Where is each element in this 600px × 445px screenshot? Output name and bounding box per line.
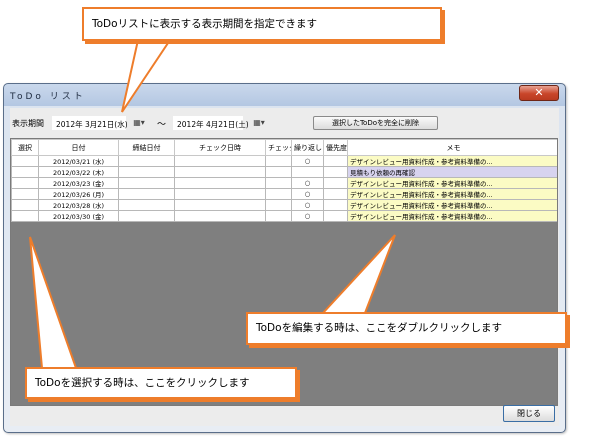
select-cell[interactable] [11,166,39,178]
due-date-cell[interactable] [118,199,175,211]
priority-cell[interactable] [323,155,348,167]
delete-selected-button[interactable]: 選択したToDoを完全に削除 [313,116,438,130]
range-tilde: ～ [157,120,167,130]
date-cell[interactable]: 2012/03/23 (金) [38,177,119,189]
priority-cell[interactable] [323,210,348,222]
table-row[interactable]: 2012/03/26 (月) ○ デザインレビュー用資料作成・参考資料準備の..… [11,188,557,200]
header-check-time[interactable]: チェック日時 [174,139,266,156]
header-repeat[interactable]: 繰り返し [291,139,324,156]
header-select[interactable]: 選択 [11,139,39,156]
repeat-cell[interactable]: ○ [291,155,324,167]
header-check[interactable]: チェック [265,139,292,156]
header-memo[interactable]: メモ [347,139,557,156]
select-cell[interactable] [11,177,39,189]
title-bar: ToDo リスト ✕ [4,84,565,105]
check-time-cell[interactable] [174,155,266,167]
repeat-cell[interactable]: ○ [291,177,324,189]
calendar-from-icon[interactable]: ▦▾ [130,117,148,129]
date-cell[interactable]: 2012/03/30 (金) [38,210,119,222]
header-date[interactable]: 日付 [38,139,119,156]
date-to-picker[interactable]: 2012年 4月21日(土) [173,116,249,130]
table-row[interactable]: 2012/03/23 (金) ○ デザインレビュー用資料作成・参考資料準備の..… [11,177,557,189]
period-toolbar: 表示期間 2012年 3月21日(水) ▦▾ ～ 2012年 4月21日(土) … [10,116,559,132]
memo-cell[interactable]: デザインレビュー用資料作成・参考資料準備の... [347,155,557,167]
check-time-cell[interactable] [174,166,266,178]
select-callout: ToDoを選択する時は、ここをクリックします [25,367,297,399]
table-row[interactable]: 2012/03/21 (水) ○ デザインレビュー用資料作成・参考資料準備の..… [11,155,557,167]
memo-cell[interactable]: 見積もり依頼の再確認 [347,166,557,178]
header-priority[interactable]: 優先度 [323,139,348,156]
check-cell[interactable] [265,155,292,167]
check-cell[interactable] [265,177,292,189]
header-due-date[interactable]: 締結日付 [118,139,175,156]
check-time-cell[interactable] [174,199,266,211]
date-cell[interactable]: 2012/03/28 (水) [38,199,119,211]
check-cell[interactable] [265,188,292,200]
priority-cell[interactable] [323,177,348,189]
window-close-button[interactable]: ✕ [519,85,559,101]
edit-callout: ToDoを編集する時は、ここをダブルクリックします [246,312,567,345]
close-button[interactable]: 閉じる [503,405,555,422]
select-cell[interactable] [11,210,39,222]
memo-cell[interactable]: デザインレビュー用資料作成・参考資料準備の... [347,199,557,211]
close-icon: ✕ [534,86,544,99]
repeat-cell[interactable] [291,166,324,178]
check-cell[interactable] [265,210,292,222]
select-cell[interactable] [11,199,39,211]
date-cell[interactable]: 2012/03/21 (水) [38,155,119,167]
memo-cell[interactable]: デザインレビュー用資料作成・参考資料準備の... [347,188,557,200]
table-header-row: 選択 日付 締結日付 チェック日時 チェック 繰り返し 優先度 メモ [11,139,557,156]
period-callout: ToDoリストに表示する表示期間を指定できます [82,7,442,41]
memo-cell[interactable]: デザインレビュー用資料作成・参考資料準備の... [347,210,557,222]
due-date-cell[interactable] [118,177,175,189]
date-cell[interactable]: 2012/03/26 (月) [38,188,119,200]
priority-cell[interactable] [323,166,348,178]
todo-grid: 選択 日付 締結日付 チェック日時 チェック 繰り返し 優先度 メモ 2012/… [10,138,558,406]
repeat-cell[interactable]: ○ [291,188,324,200]
repeat-cell[interactable]: ○ [291,199,324,211]
date-from-picker[interactable]: 2012年 3月21日(水) [52,116,128,130]
priority-cell[interactable] [323,199,348,211]
select-cell[interactable] [11,155,39,167]
memo-cell[interactable]: デザインレビュー用資料作成・参考資料準備の... [347,177,557,189]
check-cell[interactable] [265,166,292,178]
date-cell[interactable]: 2012/03/22 (木) [38,166,119,178]
period-label: 表示期間 [12,119,44,128]
select-cell[interactable] [11,188,39,200]
table-row[interactable]: 2012/03/28 (水) ○ デザインレビュー用資料作成・参考資料準備の..… [11,199,557,211]
check-time-cell[interactable] [174,188,266,200]
window-title: ToDo リスト [10,92,86,102]
check-time-cell[interactable] [174,177,266,189]
priority-cell[interactable] [323,188,348,200]
table-row[interactable]: 2012/03/22 (木) 見積もり依頼の再確認 [11,166,557,178]
due-date-cell[interactable] [118,210,175,222]
check-time-cell[interactable] [174,210,266,222]
due-date-cell[interactable] [118,155,175,167]
table-row[interactable]: 2012/03/30 (金) ○ デザインレビュー用資料作成・参考資料準備の..… [11,210,557,222]
calendar-to-icon[interactable]: ▦▾ [250,117,268,129]
due-date-cell[interactable] [118,166,175,178]
todo-table: 選択 日付 締結日付 チェック日時 チェック 繰り返し 優先度 メモ 2012/… [11,139,557,222]
due-date-cell[interactable] [118,188,175,200]
repeat-cell[interactable]: ○ [291,210,324,222]
check-cell[interactable] [265,199,292,211]
